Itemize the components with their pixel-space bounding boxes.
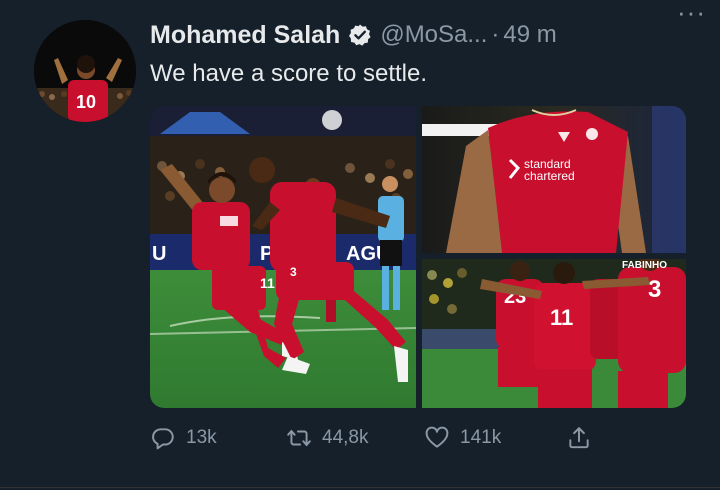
tweet-actions: 13k 44,8k 141k <box>150 420 590 456</box>
media-photo-2[interactable]: standard chartered <box>422 106 686 253</box>
tweet-timestamp[interactable]: 49 m <box>503 21 556 49</box>
media-photo-3[interactable]: 23 11 FABINHO 3 <box>422 259 686 408</box>
share-icon <box>569 427 589 449</box>
player-b-number: 3 <box>290 265 297 279</box>
avatar-image: 10 <box>34 20 136 122</box>
media-photo-1[interactable]: U PIO AGU <box>150 106 416 408</box>
retweet-button[interactable]: 44,8k <box>286 420 368 456</box>
more-dots-icon[interactable]: ··· <box>677 0 706 25</box>
sponsor-line-2: chartered <box>524 169 575 183</box>
huddle-number-3: 3 <box>648 276 661 303</box>
like-button[interactable]: 141k <box>424 420 501 456</box>
reply-icon <box>152 428 174 450</box>
author-handle[interactable]: @MoSa... <box>380 21 487 49</box>
share-button[interactable] <box>566 420 602 456</box>
team-huddle-photo: 23 11 FABINHO 3 <box>422 259 686 408</box>
board-text-left: U <box>152 243 166 265</box>
retweet-count: 44,8k <box>322 427 369 448</box>
verified-badge-icon <box>348 23 372 47</box>
author-name[interactable]: Mohamed Salah <box>150 21 340 50</box>
like-count: 141k <box>460 427 502 448</box>
huddle-number-2: 11 <box>550 305 573 330</box>
reply-count: 13k <box>186 427 217 448</box>
tweet-text: We have a score to settle. <box>150 60 428 87</box>
tweet-card[interactable]: 10 Mohamed Salah @MoSa... · 49 m ··· We … <box>0 0 720 490</box>
meta-separator: · <box>491 21 500 48</box>
heart-icon <box>425 426 449 448</box>
tweet-header: Mohamed Salah @MoSa... · 49 m <box>150 18 700 52</box>
avatar[interactable]: 10 <box>34 20 136 122</box>
divider <box>0 487 720 488</box>
player-a-number: 11 <box>260 275 275 291</box>
retweet-icon <box>287 429 311 447</box>
reply-button[interactable]: 13k <box>150 420 217 456</box>
avatar-shirt-number: 10 <box>76 92 96 112</box>
media-grid: U PIO AGU <box>150 106 686 408</box>
celebration-photo: U PIO AGU <box>150 106 416 408</box>
shirt-closeup-photo: standard chartered <box>422 106 686 253</box>
huddle-name-tag: FABINHO <box>622 260 667 271</box>
